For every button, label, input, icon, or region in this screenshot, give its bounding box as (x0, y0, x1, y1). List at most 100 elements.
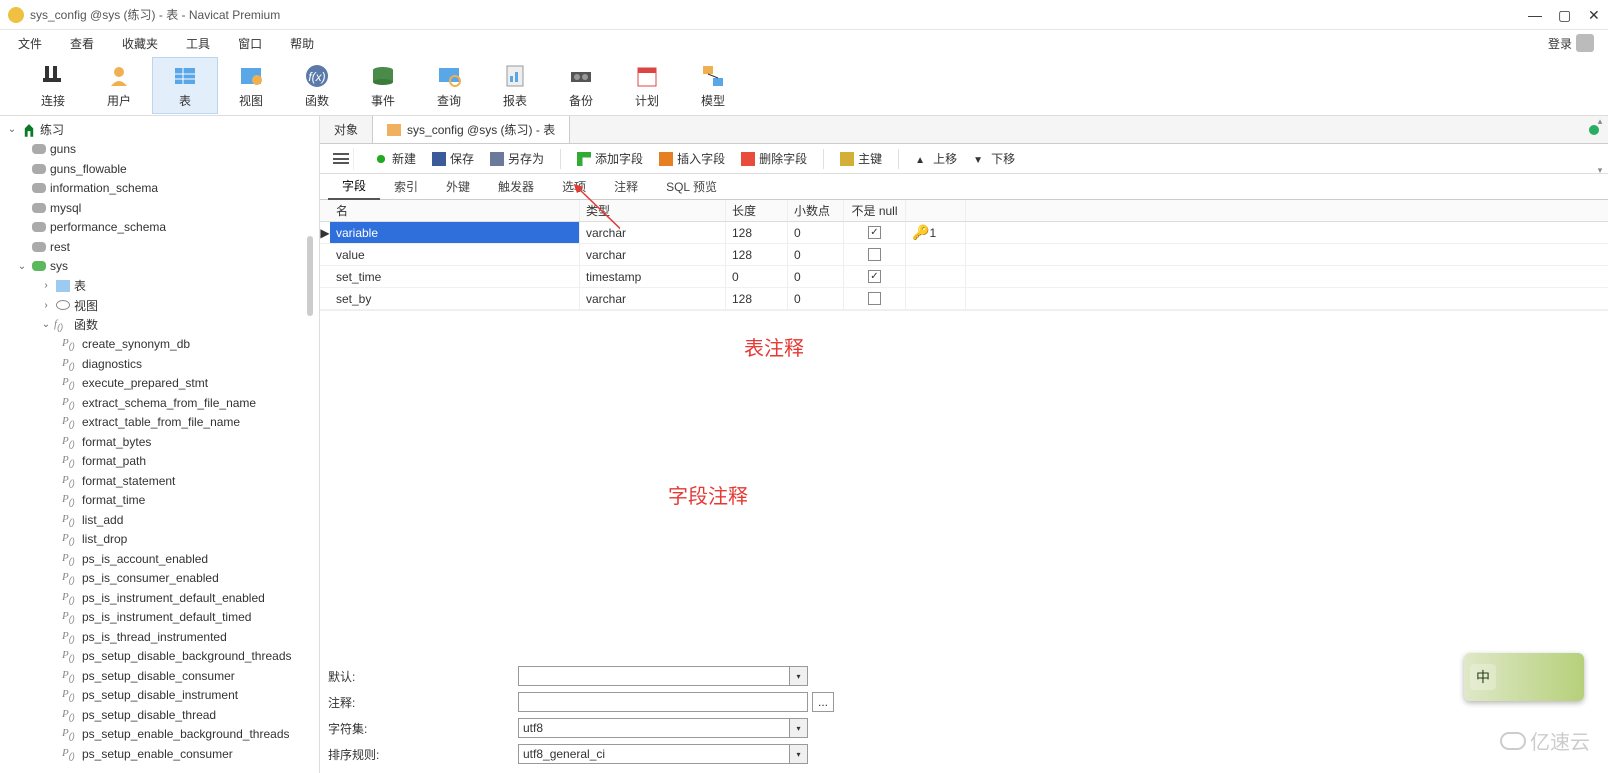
tree-views[interactable]: ›视图 (0, 296, 319, 316)
tool-table[interactable]: 表 (152, 57, 218, 114)
prop-comment-dialog-button[interactable]: ... (812, 692, 834, 712)
prop-comment-input[interactable] (518, 692, 808, 712)
tool-event[interactable]: 事件 (350, 58, 416, 113)
tree-connection[interactable]: ⌄ 练习 (0, 120, 319, 140)
tree-function-item[interactable]: P()ps_is_instrument_default_enabled (0, 588, 319, 608)
menu-favorites[interactable]: 收藏夹 (108, 31, 172, 56)
cell-decimal[interactable]: 0 (788, 222, 844, 243)
prop-charset-select[interactable]: utf8▾ (518, 718, 808, 738)
checkbox-icon[interactable] (868, 248, 881, 261)
grid-row[interactable]: ▶variablevarchar1280✓🔑1 (320, 222, 1608, 244)
tree-function-item[interactable]: P()create_synonym_db (0, 335, 319, 355)
tree-function-item[interactable]: P()ps_setup_disable_instrument (0, 686, 319, 706)
chevron-down-icon[interactable]: ⌄ (16, 261, 28, 272)
cell-notnull[interactable]: ✓ (844, 266, 906, 287)
tool-model[interactable]: 模型 (680, 58, 746, 113)
insert-field-button[interactable]: 插入字段 (659, 150, 725, 167)
cell-key[interactable] (906, 266, 966, 287)
cell-name[interactable]: set_time (330, 266, 580, 287)
tree-database[interactable]: mysql (0, 198, 319, 218)
cell-key[interactable] (906, 288, 966, 309)
tree-function-item[interactable]: P()ps_setup_enable_consumer (0, 744, 319, 764)
tab-sql-preview[interactable]: SQL 预览 (652, 174, 731, 199)
tool-schedule[interactable]: 计划 (614, 58, 680, 113)
content-scrollbar[interactable]: ▴▾ (1592, 116, 1608, 176)
tab-triggers[interactable]: 触发器 (484, 174, 548, 199)
tab-fk[interactable]: 外键 (432, 174, 484, 199)
tool-backup[interactable]: 备份 (548, 58, 614, 113)
col-notnull[interactable]: 不是 null (844, 200, 906, 221)
tree-function-item[interactable]: P()format_bytes (0, 432, 319, 452)
move-up-button[interactable]: 上移 (915, 150, 957, 167)
tree-function-item[interactable]: P()ps_setup_enable_background_threads (0, 725, 319, 745)
cell-type[interactable]: varchar (580, 222, 726, 243)
cell-key[interactable] (906, 244, 966, 265)
move-down-button[interactable]: 下移 (973, 150, 1015, 167)
close-button[interactable]: ✕ (1588, 9, 1600, 21)
tab-indexes[interactable]: 索引 (380, 174, 432, 199)
cell-name[interactable]: value (330, 244, 580, 265)
col-decimal[interactable]: 小数点 (788, 200, 844, 221)
tree-function-item[interactable]: P()extract_table_from_file_name (0, 413, 319, 433)
tool-report[interactable]: 报表 (482, 58, 548, 113)
tree-function-item[interactable]: P()ps_setup_disable_consumer (0, 666, 319, 686)
tree-database[interactable]: guns_flowable (0, 159, 319, 179)
maximize-button[interactable]: ▢ (1558, 9, 1570, 21)
tool-function[interactable]: f(x)函数 (284, 58, 350, 113)
grid-row[interactable]: valuevarchar1280 (320, 244, 1608, 266)
tree-database[interactable]: performance_schema (0, 218, 319, 238)
tab-object[interactable]: 对象 (320, 116, 373, 143)
tree-function-item[interactable]: P()execute_prepared_stmt (0, 374, 319, 394)
checkbox-icon[interactable]: ✓ (868, 226, 881, 239)
chevron-down-icon[interactable]: ⌄ (6, 124, 18, 135)
grid-row[interactable]: set_timetimestamp00✓ (320, 266, 1608, 288)
tree-database[interactable]: rest (0, 237, 319, 257)
chevron-down-icon[interactable]: ⌄ (40, 319, 52, 330)
cell-name[interactable]: variable (330, 222, 580, 243)
connection-tree[interactable]: ⌄ 练习 gunsguns_flowableinformation_schema… (0, 116, 320, 773)
ime-widget[interactable]: 中 (1464, 653, 1584, 701)
tree-function-item[interactable]: P()list_add (0, 510, 319, 530)
tree-function-item[interactable]: P()ps_is_thread_instrumented (0, 627, 319, 647)
tree-database[interactable]: ⌄sys (0, 257, 319, 277)
cell-type[interactable]: timestamp (580, 266, 726, 287)
dropdown-icon[interactable]: ▾ (789, 745, 807, 763)
cell-name[interactable]: set_by (330, 288, 580, 309)
tab-current-table[interactable]: sys_config @sys (练习) - 表 (373, 116, 570, 143)
col-key[interactable] (906, 200, 966, 221)
menu-tools[interactable]: 工具 (172, 31, 224, 56)
cell-length[interactable]: 0 (726, 266, 788, 287)
chevron-right-icon[interactable]: › (40, 280, 52, 291)
tool-query[interactable]: 查询 (416, 58, 482, 113)
menu-view[interactable]: 查看 (56, 31, 108, 56)
tab-comment[interactable]: 注释 (600, 174, 652, 199)
dropdown-icon[interactable]: ▾ (789, 667, 807, 685)
login-link[interactable]: 登录 (1538, 30, 1604, 56)
col-length[interactable]: 长度 (726, 200, 788, 221)
new-button[interactable]: 新建 (374, 150, 416, 167)
add-field-button[interactable]: 添加字段 (577, 150, 643, 167)
cell-type[interactable]: varchar (580, 288, 726, 309)
chevron-right-icon[interactable]: › (40, 300, 52, 311)
tree-function-item[interactable]: P()format_statement (0, 471, 319, 491)
tree-database[interactable]: information_schema (0, 179, 319, 199)
cell-key[interactable]: 🔑1 (906, 222, 966, 243)
tree-function-item[interactable]: P()ps_is_consumer_enabled (0, 569, 319, 589)
cell-length[interactable]: 128 (726, 222, 788, 243)
tool-connection[interactable]: 连接 (20, 58, 86, 113)
cell-notnull[interactable] (844, 244, 906, 265)
col-name[interactable]: 名 (330, 200, 580, 221)
saveas-button[interactable]: 另存为 (490, 150, 544, 167)
cell-notnull[interactable]: ✓ (844, 222, 906, 243)
hamburger-button[interactable] (328, 148, 354, 170)
cell-decimal[interactable]: 0 (788, 288, 844, 309)
minimize-button[interactable]: — (1528, 9, 1540, 21)
col-type[interactable]: 类型 (580, 200, 726, 221)
tree-function-item[interactable]: P()ps_is_instrument_default_timed (0, 608, 319, 628)
tree-function-item[interactable]: P()diagnostics (0, 354, 319, 374)
cell-notnull[interactable] (844, 288, 906, 309)
fields-grid[interactable]: 名 类型 长度 小数点 不是 null ▶variablevarchar1280… (320, 200, 1608, 311)
checkbox-icon[interactable] (868, 292, 881, 305)
prop-collation-select[interactable]: utf8_general_ci▾ (518, 744, 808, 764)
tool-user[interactable]: 用户 (86, 58, 152, 113)
